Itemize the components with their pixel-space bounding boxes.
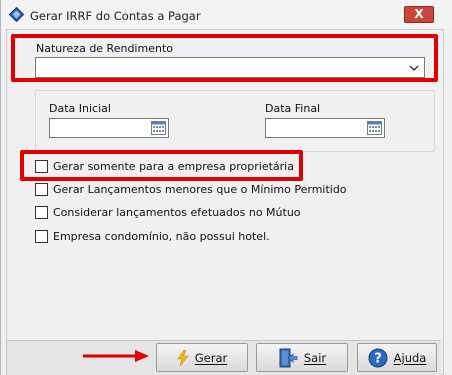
checkbox-row-mutuo[interactable]: Considerar lançamentos efetuados no Mútu…: [35, 204, 301, 220]
checkbox-label: Gerar Lançamentos menores que o Mínimo P…: [53, 182, 347, 196]
annotation-highlight-natureza: [11, 34, 438, 82]
data-inicial-label: Data Inicial: [49, 102, 111, 115]
lightning-icon: [177, 349, 189, 366]
checkbox-row-condominio[interactable]: Empresa condomínio, não possui hotel.: [35, 228, 270, 244]
sair-label: Sair: [303, 350, 327, 365]
data-inicial-input[interactable]: [49, 118, 169, 138]
svg-text:?: ?: [374, 351, 382, 366]
calendar-icon[interactable]: [151, 121, 166, 135]
annotation-highlight-checkbox: [20, 150, 303, 181]
window-title: Gerar IRRF do Contas a Pagar: [30, 9, 201, 23]
checkbox-label: Empresa condomínio, não possui hotel.: [53, 229, 270, 243]
checkbox[interactable]: [35, 205, 48, 219]
checkbox[interactable]: [35, 229, 48, 243]
annotation-arrow-icon: [83, 350, 149, 362]
dialog-window: Gerar IRRF do Contas a Pagar X Natureza …: [0, 0, 452, 375]
gerar-label: Gerar: [194, 350, 228, 365]
data-final-input[interactable]: [265, 118, 385, 138]
checkbox-label: Considerar lançamentos efetuados no Mútu…: [53, 205, 301, 219]
checkbox-row-lancamentos-menores[interactable]: Gerar Lançamentos menores que o Mínimo P…: [35, 181, 347, 197]
close-button[interactable]: X: [404, 6, 434, 23]
help-icon: ?: [368, 348, 388, 367]
ajuda-label: Ajuda: [393, 350, 427, 365]
calendar-icon[interactable]: [367, 121, 382, 135]
checkbox[interactable]: [35, 182, 48, 196]
app-icon: [9, 7, 24, 22]
ajuda-button[interactable]: ? Ajuda: [357, 343, 437, 372]
sair-button[interactable]: Sair: [256, 343, 348, 372]
title-bar: Gerar IRRF do Contas a Pagar X: [1, 0, 452, 30]
exit-door-icon: [279, 348, 298, 367]
data-final-label: Data Final: [265, 102, 321, 115]
gerar-button[interactable]: Gerar: [156, 343, 248, 372]
